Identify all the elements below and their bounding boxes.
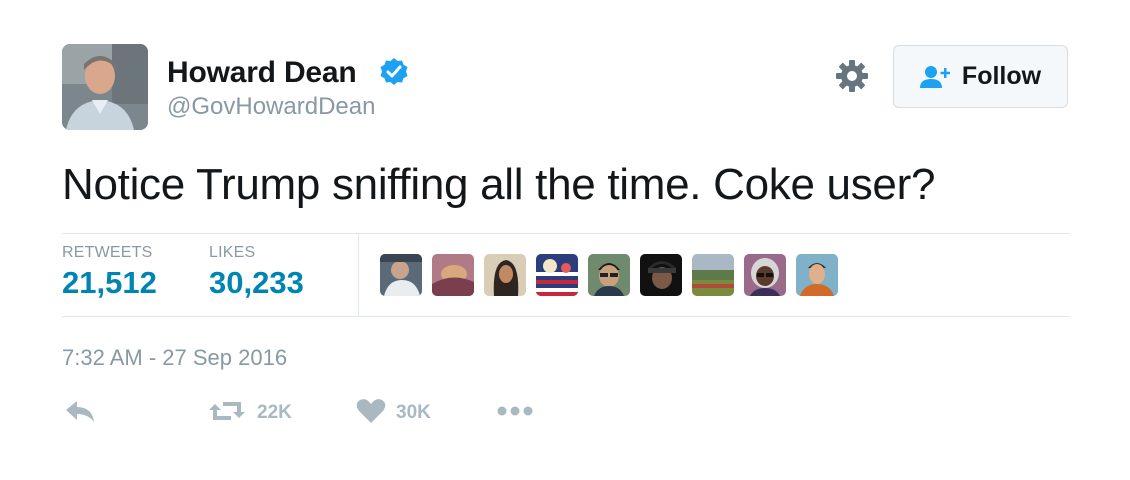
follow-user-plus-icon — [919, 65, 952, 89]
liker-avatar[interactable] — [744, 254, 786, 296]
retweets-count: 21,512 — [62, 265, 157, 300]
likes-label: LIKES — [209, 244, 256, 261]
retweet-icon — [207, 398, 247, 429]
user-screen-name[interactable]: @GovHowardDean — [167, 93, 375, 121]
retweet-count: 22K — [257, 402, 292, 423]
liker-avatar[interactable] — [536, 254, 578, 296]
retweets-stat[interactable]: RETWEETS 21,512 — [62, 244, 157, 301]
liker-avatar[interactable] — [432, 254, 474, 296]
gear-icon[interactable] — [835, 59, 869, 93]
liker-avatar[interactable] — [380, 254, 422, 296]
liker-avatar[interactable] — [588, 254, 630, 296]
liker-avatars — [380, 254, 838, 296]
like-count: 30K — [396, 402, 431, 423]
liker-avatar[interactable] — [692, 254, 734, 296]
more-dots-icon — [496, 404, 534, 422]
tweet-timestamp[interactable]: 7:32 AM - 27 Sep 2016 — [62, 345, 287, 371]
like-button[interactable]: 30K — [356, 398, 431, 428]
liker-avatar[interactable] — [796, 254, 838, 296]
user-avatar[interactable] — [62, 44, 148, 130]
liker-avatar[interactable] — [484, 254, 526, 296]
liker-avatar[interactable] — [640, 254, 682, 296]
tweet-text: Notice Trump sniffing all the time. Coke… — [62, 160, 936, 209]
user-display-name[interactable]: Howard Dean — [167, 56, 357, 90]
reply-button[interactable] — [64, 398, 96, 428]
likes-stat[interactable]: LIKES 30,233 — [209, 244, 304, 301]
more-button[interactable] — [496, 398, 534, 428]
stats-vertical-divider — [358, 234, 359, 316]
retweets-label: RETWEETS — [62, 244, 153, 261]
follow-button-label: Follow — [961, 62, 1042, 90]
stats-top-divider — [62, 233, 1070, 234]
stats-bottom-divider — [62, 316, 1070, 317]
reply-icon — [64, 398, 96, 429]
follow-button[interactable]: Follow — [893, 45, 1068, 108]
verified-badge-icon — [378, 56, 410, 88]
likes-count: 30,233 — [209, 265, 304, 300]
retweet-button[interactable]: 22K — [207, 398, 292, 428]
tweet-card: Howard Dean @GovHowardDean Follow Notice… — [0, 0, 1130, 480]
heart-icon — [356, 398, 386, 429]
